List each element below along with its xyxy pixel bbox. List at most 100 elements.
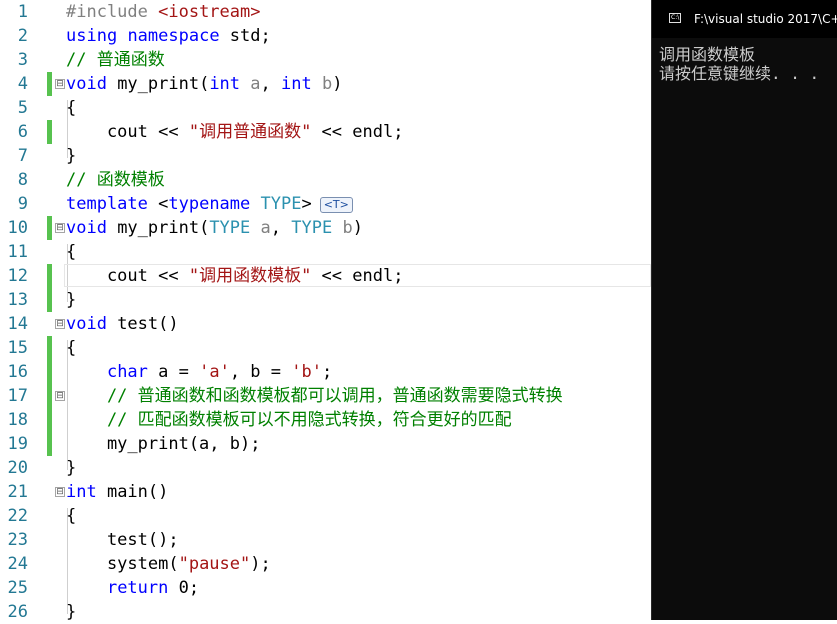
code-editor[interactable]: 1 #include <iostream> 2 using namespace … (0, 0, 651, 622)
code-comment: // 匹配函数模板可以不用隐式转换，符合更好的匹配 (66, 410, 512, 430)
code-line[interactable]: 21 ⊟ int main() (0, 480, 651, 504)
code-line[interactable]: 13 } (0, 288, 651, 312)
code-line[interactable]: 25 return 0; (0, 576, 651, 600)
code-line[interactable]: 26 } (0, 600, 651, 624)
code-text: void my_print(TYPE a, TYPE b) (66, 218, 363, 238)
collapse-icon[interactable]: ⊟ (55, 487, 65, 497)
console-titlebar[interactable]: C:\ F:\visual studio 2017\C++_ (652, 0, 837, 38)
line-number: 7 (17, 146, 28, 166)
line-number: 12 (7, 266, 28, 286)
code-line[interactable]: 23 test(); (0, 528, 651, 552)
code-text: } (66, 290, 77, 310)
line-number: 11 (7, 242, 28, 262)
line-number: 23 (7, 530, 28, 550)
line-number: 15 (7, 338, 28, 358)
console-icon: C:\ (669, 13, 681, 23)
line-number: 2 (17, 26, 28, 46)
code-line[interactable]: 16 char a = 'a', b = 'b'; (0, 360, 651, 384)
change-marker (47, 288, 52, 312)
line-number: 18 (7, 410, 28, 430)
line-number: 13 (7, 290, 28, 310)
code-line[interactable]: 10 ⊟ void my_print(TYPE a, TYPE b) (0, 216, 651, 240)
code-line[interactable]: 22 { (0, 504, 651, 528)
change-marker (47, 336, 52, 360)
line-number: 16 (7, 362, 28, 382)
code-text: void my_print(int a, int b) (66, 74, 343, 94)
line-number: 14 (7, 314, 28, 334)
line-number: 9 (17, 194, 28, 214)
line-number: 24 (7, 554, 28, 574)
code-line[interactable]: 18 // 匹配函数模板可以不用隐式转换，符合更好的匹配 (0, 408, 651, 432)
code-comment: // 普通函数 (66, 50, 165, 70)
console-title: F:\visual studio 2017\C++_ (694, 12, 837, 26)
code-text: { (66, 338, 77, 358)
code-text: cout << "调用函数模板" << endl; (66, 266, 404, 286)
code-line[interactable]: 3 // 普通函数 (0, 48, 651, 72)
code-text: system("pause"); (66, 554, 271, 574)
code-text: test(); (66, 530, 179, 550)
code-line[interactable]: 4 ⊟ void my_print(int a, int b) (0, 72, 651, 96)
code-line[interactable]: 17 ⊟ // 普通函数和函数模板都可以调用，普通函数需要隐式转换 (0, 384, 651, 408)
code-text: { (66, 242, 77, 262)
line-number: 22 (7, 506, 28, 526)
code-line[interactable]: 24 system("pause"); (0, 552, 651, 576)
code-comment: // 函数模板 (66, 170, 165, 190)
line-number: 6 (17, 122, 28, 142)
line-number: 1 (17, 2, 28, 22)
line-number: 25 (7, 578, 28, 598)
code-line[interactable]: 2 using namespace std; (0, 24, 651, 48)
collapse-icon[interactable]: ⊟ (55, 319, 65, 329)
code-text: } (66, 146, 77, 166)
code-text: template <typename TYPE> <T> (66, 192, 353, 216)
line-number: 4 (17, 74, 28, 94)
code-line[interactable]: 20 } (0, 456, 651, 480)
code-line[interactable]: 14 ⊟ void test() (0, 312, 651, 336)
code-line[interactable]: 11 { (0, 240, 651, 264)
code-text: { (66, 506, 77, 526)
code-line[interactable]: 1 #include <iostream> (0, 0, 651, 24)
collapse-icon[interactable]: ⊟ (55, 391, 65, 401)
change-marker (47, 120, 52, 144)
code-text: using namespace std; (66, 26, 271, 46)
code-text: my_print(a, b); (66, 434, 261, 454)
template-hint-badge[interactable]: <T> (319, 197, 353, 213)
console-output-line: 调用函数模板 (659, 45, 756, 64)
line-number: 8 (17, 170, 28, 190)
line-number: 10 (7, 218, 28, 238)
line-number: 3 (17, 50, 28, 70)
console-output-line: 请按任意键继续. . . (659, 64, 820, 83)
change-marker (47, 408, 52, 432)
change-marker (47, 360, 52, 384)
change-marker (47, 216, 52, 240)
code-line[interactable]: 7 } (0, 144, 651, 168)
code-text: #include <iostream> (66, 2, 261, 22)
line-number: 26 (7, 602, 28, 622)
code-comment: // 普通函数和函数模板都可以调用，普通函数需要隐式转换 (66, 386, 563, 406)
line-number: 20 (7, 458, 28, 478)
collapse-icon[interactable]: ⊟ (55, 223, 65, 233)
code-text: } (66, 458, 77, 478)
console-window[interactable]: C:\ F:\visual studio 2017\C++_ 调用函数模板 请按… (651, 0, 837, 620)
code-line[interactable]: 9 template <typename TYPE> <T> (0, 192, 651, 216)
code-text: } (66, 602, 77, 622)
collapse-icon[interactable]: ⊟ (55, 79, 65, 89)
change-marker (47, 432, 52, 456)
line-number: 5 (17, 98, 28, 118)
code-text: { (66, 98, 77, 118)
code-text: cout << "调用普通函数" << endl; (66, 122, 404, 142)
code-text: return 0; (106, 578, 200, 598)
code-text: char a = 'a', b = 'b'; (106, 362, 333, 382)
code-line[interactable]: 19 my_print(a, b); (0, 432, 651, 456)
code-text: int main() (66, 482, 169, 502)
code-line[interactable]: 8 // 函数模板 (0, 168, 651, 192)
code-line[interactable]: 6 cout << "调用普通函数" << endl; (0, 120, 651, 144)
code-line[interactable]: 15 { (0, 336, 651, 360)
code-text: void test() (66, 314, 179, 334)
line-number: 19 (7, 434, 28, 454)
code-line[interactable]: 12 cout << "调用函数模板" << endl; (0, 264, 651, 288)
line-number: 17 (7, 386, 28, 406)
change-marker (47, 384, 52, 408)
line-number: 21 (7, 482, 28, 502)
change-marker (47, 72, 52, 96)
code-line[interactable]: 5 { (0, 96, 651, 120)
